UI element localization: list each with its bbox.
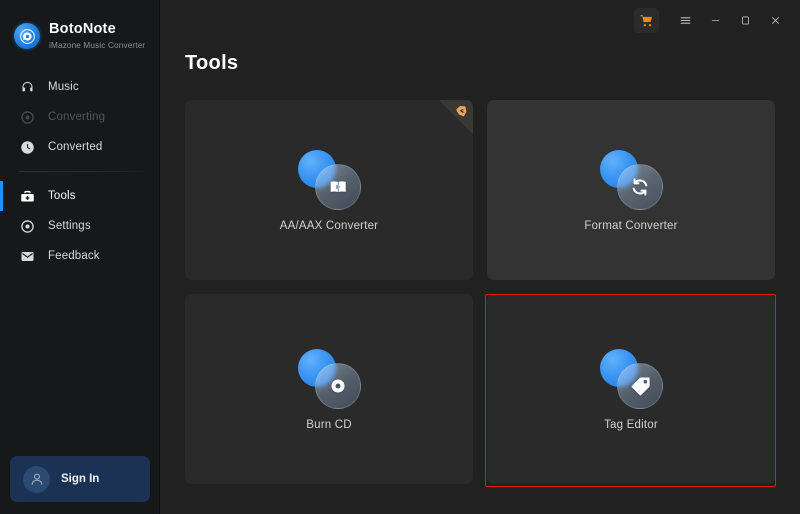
toolbox-icon xyxy=(19,188,36,205)
botonote-logo-icon xyxy=(14,23,40,49)
sidebar-item-settings[interactable]: Settings xyxy=(0,211,159,241)
sidebar-item-label: Music xyxy=(48,81,79,93)
sidebar-item-label: Tools xyxy=(48,190,76,202)
refresh-sync-icon xyxy=(600,148,663,210)
icon-glass-circle xyxy=(315,164,361,210)
icon-glass-circle xyxy=(315,363,361,409)
page-title: Tools xyxy=(185,52,239,74)
sidebar-item-label: Converting xyxy=(48,111,106,123)
sign-in-button[interactable]: Sign In xyxy=(10,456,150,502)
hamburger-menu-icon[interactable] xyxy=(670,7,700,33)
main-content: Tools AA/AAX Converter Format Converter … xyxy=(160,0,800,514)
user-avatar-icon xyxy=(23,465,50,493)
premium-badge-icon xyxy=(453,102,473,125)
tool-card-format-converter[interactable]: Format Converter xyxy=(487,100,775,280)
price-tag-icon xyxy=(600,347,663,409)
play-book-icon xyxy=(298,148,361,210)
close-icon[interactable] xyxy=(760,7,790,33)
envelope-icon xyxy=(19,248,36,265)
tool-card-label: Tag Editor xyxy=(604,419,658,431)
sidebar-item-label: Converted xyxy=(48,141,103,153)
cd-disc-icon xyxy=(298,347,361,409)
window-titlebar xyxy=(634,0,800,40)
sidebar: BotoNote iMazone Music Converter Music C… xyxy=(0,0,160,514)
tools-grid: AA/AAX Converter Format Converter Burn C… xyxy=(185,100,775,484)
minimize-icon[interactable] xyxy=(700,7,730,33)
app-window: BotoNote iMazone Music Converter Music C… xyxy=(0,0,800,514)
sidebar-item-music[interactable]: Music xyxy=(0,72,159,102)
clock-icon xyxy=(19,139,36,156)
gear-icon xyxy=(19,218,36,235)
premium-ribbon-badge xyxy=(439,100,473,134)
sidebar-item-converted[interactable]: Converted xyxy=(0,132,159,162)
sidebar-item-label: Settings xyxy=(48,220,91,232)
brand-header: BotoNote iMazone Music Converter xyxy=(0,0,159,56)
icon-glass-circle xyxy=(617,164,663,210)
tool-card-label: Burn CD xyxy=(306,419,352,431)
shopping-cart-icon[interactable] xyxy=(634,7,659,33)
sidebar-nav: Music Converting Converted Tools Setting… xyxy=(0,72,159,271)
sidebar-item-label: Feedback xyxy=(48,250,100,262)
brand-title: BotoNote xyxy=(49,21,116,38)
tool-card-label: AA/AAX Converter xyxy=(279,220,379,232)
sidebar-divider xyxy=(19,171,145,172)
tool-card-tag-editor[interactable]: Tag Editor xyxy=(487,294,775,484)
sidebar-item-converting[interactable]: Converting xyxy=(0,102,159,132)
icon-glass-circle xyxy=(617,363,663,409)
sign-in-label: Sign In xyxy=(61,473,100,485)
maximize-icon[interactable] xyxy=(730,7,760,33)
tool-card-aa-aax-converter[interactable]: AA/AAX Converter xyxy=(185,100,473,280)
tool-card-burn-cd[interactable]: Burn CD xyxy=(185,294,473,484)
brand-subtitle: iMazone Music Converter xyxy=(49,40,146,50)
converting-icon xyxy=(19,109,36,126)
headphones-icon xyxy=(19,79,36,96)
tool-card-label: Format Converter xyxy=(584,220,678,232)
sidebar-item-feedback[interactable]: Feedback xyxy=(0,241,159,271)
sidebar-item-tools[interactable]: Tools xyxy=(0,181,159,211)
